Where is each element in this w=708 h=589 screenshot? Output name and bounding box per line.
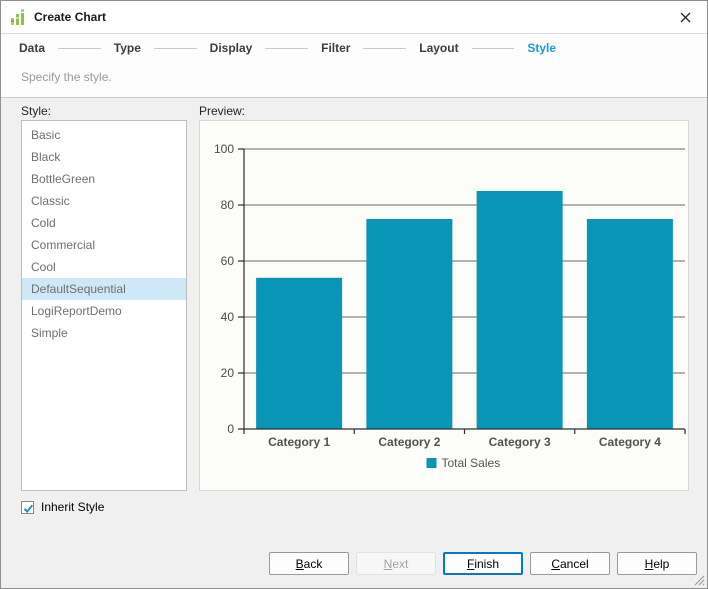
- style-list-item-bottlegreen[interactable]: BottleGreen: [22, 168, 186, 190]
- svg-text:Category 1: Category 1: [268, 435, 330, 449]
- step-separator: [363, 48, 406, 49]
- svg-text:100: 100: [214, 142, 234, 156]
- wizard-subtitle: Specify the style.: [21, 70, 112, 84]
- style-list-item-black[interactable]: Black: [22, 146, 186, 168]
- cancel-button[interactable]: Cancel: [530, 552, 610, 575]
- create-chart-dialog: Create Chart Data Type Display Filter Layout…: [0, 0, 708, 589]
- svg-text:0: 0: [227, 422, 234, 436]
- svg-text:Category 3: Category 3: [489, 435, 551, 449]
- wizard-header: Data Type Display Filter Layout Style Specify…: [1, 34, 707, 98]
- style-list-item-commercial[interactable]: Commercial: [22, 234, 186, 256]
- style-list-item-logireportdemo[interactable]: LogiReportDemo: [22, 300, 186, 322]
- wizard-steps: Data Type Display Filter Layout Style: [19, 41, 556, 55]
- svg-text:Category 2: Category 2: [378, 435, 440, 449]
- wizard-step-display[interactable]: Display: [210, 41, 253, 55]
- inherit-style-row: Inherit Style: [21, 500, 104, 514]
- style-list-item-simple[interactable]: Simple: [22, 322, 186, 344]
- back-button[interactable]: Back: [269, 552, 349, 575]
- resize-grip-icon[interactable]: [693, 574, 705, 586]
- preview-label: Preview:: [199, 104, 245, 118]
- wizard-step-style[interactable]: Style: [527, 41, 556, 55]
- step-separator: [265, 48, 308, 49]
- style-list-item-cool[interactable]: Cool: [22, 256, 186, 278]
- wizard-step-filter[interactable]: Filter: [321, 41, 350, 55]
- style-listbox: BasicBlackBottleGreenClassicColdCommerci…: [21, 120, 187, 491]
- inherit-style-checkbox[interactable]: [21, 501, 34, 514]
- wizard-step-data[interactable]: Data: [19, 41, 45, 55]
- svg-text:40: 40: [221, 310, 235, 324]
- help-button[interactable]: Help: [617, 552, 697, 575]
- wizard-step-type[interactable]: Type: [114, 41, 141, 55]
- preview-chart: 0 20 40 60 80 100 Category 1 Category 2 Category…: [200, 121, 688, 490]
- step-separator: [58, 48, 101, 49]
- preview-panel: 0 20 40 60 80 100 Category 1 Category 2 Category…: [199, 120, 689, 491]
- finish-button[interactable]: Finish: [443, 552, 523, 575]
- svg-text:Category 4: Category 4: [599, 435, 661, 449]
- step-separator: [472, 48, 515, 49]
- style-list-item-basic[interactable]: Basic: [22, 124, 186, 146]
- step-separator: [154, 48, 197, 49]
- close-icon: [680, 12, 691, 23]
- next-button[interactable]: Next: [356, 552, 436, 575]
- wizard-step-layout[interactable]: Layout: [419, 41, 458, 55]
- window-title: Create Chart: [34, 1, 106, 33]
- svg-text:20: 20: [221, 366, 235, 380]
- style-list-item-cold[interactable]: Cold: [22, 212, 186, 234]
- style-list-item-defaultsequential[interactable]: DefaultSequential: [22, 278, 186, 300]
- check-icon: [22, 502, 35, 515]
- svg-text:Total Sales: Total Sales: [442, 456, 501, 470]
- title-bar[interactable]: Create Chart: [1, 1, 707, 34]
- svg-text:80: 80: [221, 198, 235, 212]
- svg-text:60: 60: [221, 254, 235, 268]
- style-list-item-classic[interactable]: Classic: [22, 190, 186, 212]
- inherit-style-label[interactable]: Inherit Style: [41, 500, 104, 514]
- style-list-label: Style:: [21, 104, 51, 118]
- chart-icon: [10, 9, 26, 25]
- close-button[interactable]: [669, 1, 701, 33]
